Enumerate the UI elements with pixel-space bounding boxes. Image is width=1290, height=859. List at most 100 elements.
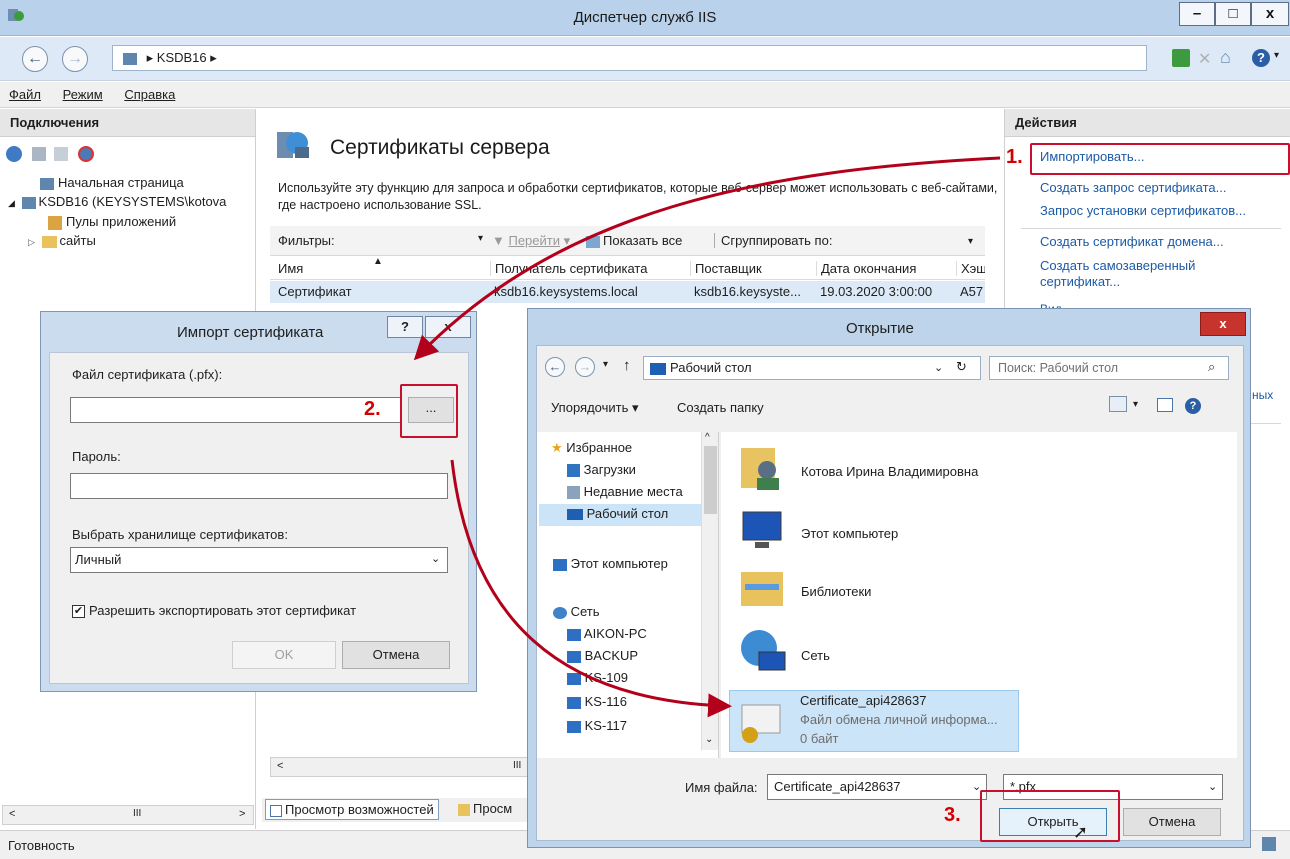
back-button[interactable]: ← xyxy=(22,46,48,72)
filename-input[interactable]: Certificate_api428637 ⌄ xyxy=(767,774,987,800)
nav-recent[interactable]: Недавние места xyxy=(567,484,683,500)
home-icon[interactable]: ⌂ xyxy=(1220,47,1231,68)
export-checkbox-row[interactable]: ✔ Разрешить экспортировать этот сертифика… xyxy=(72,603,356,619)
menu-help[interactable]: Справка xyxy=(115,82,184,102)
column-header[interactable]: Имя xyxy=(278,261,303,276)
connect-icon[interactable] xyxy=(6,146,22,162)
menu-view[interactable]: Режим xyxy=(54,82,112,102)
forward-button[interactable]: → xyxy=(62,46,88,72)
nav-this-pc[interactable]: Этот компьютер xyxy=(553,556,668,571)
refresh-icon[interactable] xyxy=(1172,49,1190,67)
network-icon xyxy=(553,606,567,619)
back-button[interactable]: ← xyxy=(545,357,565,377)
action-create-request[interactable]: Создать запрос сертификата... xyxy=(1040,180,1226,195)
close-button[interactable]: x xyxy=(1251,2,1289,26)
minimize-button[interactable]: – xyxy=(1179,2,1215,26)
new-folder-button[interactable]: Создать папку xyxy=(677,400,764,415)
preview-pane-icon[interactable] xyxy=(1157,398,1173,412)
open-close-button[interactable]: x xyxy=(1200,312,1246,336)
certificate-file-input[interactable] xyxy=(70,397,402,423)
group-by-label[interactable]: Сгруппировать по: xyxy=(714,233,832,248)
column-header[interactable]: Дата окончания xyxy=(816,261,916,276)
scroll-right-icon[interactable]: > xyxy=(239,808,245,820)
chevron-down-icon[interactable]: ▾ xyxy=(1274,50,1279,61)
nav-network-computer[interactable]: AIKON-PC xyxy=(567,626,647,641)
breadcrumb-server[interactable]: KSDB16 xyxy=(157,50,207,65)
export-checkbox[interactable]: ✔ xyxy=(72,605,85,619)
file-item-certificate[interactable]: Certificate_api428637 Файл обмена личной… xyxy=(729,690,1019,752)
action-partial-link[interactable]: ных xyxy=(1252,388,1273,402)
tree-sites[interactable]: ▷ сайты xyxy=(28,233,96,248)
address-path[interactable]: ▸ KSDB16 ▸ xyxy=(112,45,1147,71)
nav-downloads[interactable]: Загрузки xyxy=(567,462,636,478)
nav-vscrollbar[interactable]: ^ ⌄ xyxy=(701,432,718,750)
scroll-up-icon[interactable]: ^ xyxy=(705,432,710,443)
up-icon[interactable] xyxy=(54,147,68,161)
content-view-tab[interactable]: Просм xyxy=(458,801,512,816)
expand-icon[interactable]: ▷ xyxy=(28,237,35,247)
scroll-down-icon[interactable]: ⌄ xyxy=(705,734,713,745)
column-header[interactable]: Хэш xyxy=(956,261,985,276)
refresh-icon[interactable]: ↻ xyxy=(956,359,967,375)
nav-network-computer[interactable]: BACKUP xyxy=(567,648,638,663)
stop-icon[interactable]: ✕ xyxy=(1198,49,1216,68)
filename-label: Имя файла: xyxy=(685,780,758,795)
scroll-left-icon[interactable]: < xyxy=(277,760,283,772)
table-row[interactable]: Сертификат ksdb16.keysystems.local ksdb1… xyxy=(270,281,985,303)
help-icon[interactable]: ? xyxy=(1252,49,1270,67)
features-view-tab[interactable]: Просмотр возможностей xyxy=(265,799,439,820)
nav-desktop[interactable]: Рабочий стол xyxy=(539,504,707,526)
chevron-down-icon[interactable]: ▾ xyxy=(1133,399,1138,410)
cancel-button[interactable]: Отмена xyxy=(342,641,450,669)
store-select[interactable]: Личный ⌄ xyxy=(70,547,448,573)
action-create-domain-cert[interactable]: Создать сертификат домена... xyxy=(1040,234,1224,249)
left-hscrollbar[interactable]: < III > xyxy=(2,805,254,825)
column-header[interactable]: Поставщик xyxy=(690,261,762,276)
import-help-button[interactable]: ? xyxy=(387,316,423,338)
help-icon[interactable]: ? xyxy=(1185,398,1201,414)
breadcrumb-separator-icon: ▸ xyxy=(210,50,217,65)
tree-app-pools[interactable]: Пулы приложений xyxy=(48,214,176,230)
filter-dropdown-icon[interactable]: ▾ xyxy=(478,233,483,244)
center-hscrollbar[interactable]: < III xyxy=(270,757,528,777)
scroll-thumb[interactable]: III xyxy=(513,760,521,771)
up-folder-icon[interactable]: ↑ xyxy=(623,357,631,374)
nav-favorites[interactable]: ★ Избранное xyxy=(551,440,632,456)
chevron-down-icon[interactable]: ⌄ xyxy=(934,361,943,374)
recent-locations-icon[interactable]: ▾ xyxy=(603,359,608,370)
save-icon[interactable] xyxy=(32,147,46,161)
location-bar[interactable]: Рабочий стол ⌄ ↻ xyxy=(643,356,981,380)
collapse-icon[interactable]: ◢ xyxy=(8,198,15,208)
disconnect-icon[interactable] xyxy=(78,146,94,162)
nav-label: Этот компьютер xyxy=(570,556,668,571)
column-header[interactable]: Получатель сертификата xyxy=(490,261,647,276)
open-cancel-button[interactable]: Отмена xyxy=(1123,808,1221,836)
scroll-thumb[interactable] xyxy=(704,446,717,514)
import-close-button[interactable]: x xyxy=(425,316,471,338)
scroll-thumb[interactable]: III xyxy=(133,808,141,819)
nav-network[interactable]: Сеть xyxy=(553,604,600,619)
table-cell: ksdb16.keysyste... xyxy=(694,284,801,299)
nav-network-computer[interactable]: KS-116 xyxy=(567,694,627,709)
ok-button[interactable]: OK xyxy=(232,641,336,669)
password-input[interactable] xyxy=(70,473,448,499)
action-create-self-signed[interactable]: Создать самозаверенный сертификат... xyxy=(1040,258,1270,290)
maximize-button[interactable]: □ xyxy=(1215,2,1251,26)
scroll-left-icon[interactable]: < xyxy=(9,808,15,820)
nav-network-computer[interactable]: KS-109 xyxy=(567,670,628,685)
show-all-button[interactable]: Показать все xyxy=(586,233,682,248)
nav-label: Рабочий стол xyxy=(586,506,669,521)
network-icon xyxy=(741,630,786,671)
menu-file[interactable]: Файл xyxy=(0,82,50,102)
go-button[interactable]: ▼ Перейти ▾ xyxy=(492,233,570,249)
view-options-icon[interactable] xyxy=(1109,396,1127,412)
nav-network-computer[interactable]: KS-117 xyxy=(567,718,627,733)
tree-start-page[interactable]: Начальная страница xyxy=(40,175,184,190)
search-input[interactable]: Поиск: Рабочий стол ⌕ xyxy=(989,356,1229,380)
file-name: Сеть xyxy=(801,648,830,663)
forward-button[interactable]: → xyxy=(575,357,595,377)
organize-button[interactable]: Упорядочить ▾ xyxy=(551,400,639,416)
tree-server[interactable]: ◢ KSDB16 (KEYSYSTEMS\kotova xyxy=(8,194,256,209)
filter-scroll-icon[interactable]: ▾ xyxy=(968,236,973,247)
action-complete-request[interactable]: Запрос установки сертификатов... xyxy=(1040,203,1246,218)
